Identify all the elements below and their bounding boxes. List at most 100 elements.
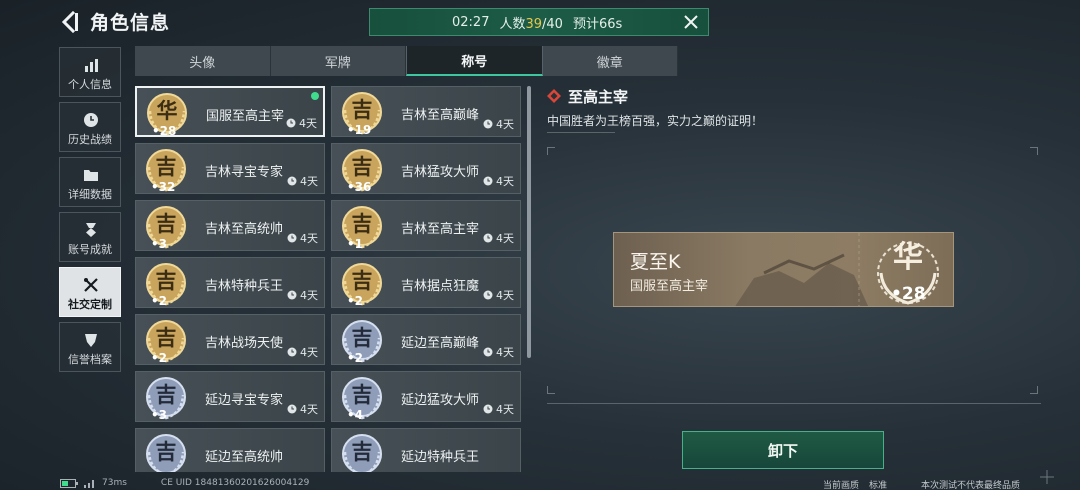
page-title: 角色信息 <box>90 12 171 34</box>
title-name: 吉林寻宝专家 <box>205 165 284 180</box>
ping-value: 73ms <box>102 478 127 488</box>
title-card[interactable]: 吉 •3 延边寻宝专家 4天 <box>135 371 325 422</box>
clock-icon <box>287 290 297 300</box>
title-card[interactable]: 吉 •2 吉林据点狂魔 4天 <box>331 257 521 308</box>
svg-text:•4: •4 <box>347 408 363 421</box>
title-emblem-icon: 吉 •36 <box>342 149 382 193</box>
title-duration: 4天 <box>483 344 514 360</box>
svg-text:吉: 吉 <box>156 326 177 350</box>
title-duration: 4天 <box>286 115 317 131</box>
svg-text:吉: 吉 <box>156 440 177 464</box>
shield-icon <box>85 334 97 347</box>
title-card[interactable]: 吉 •2 延边至高巅峰 4天 <box>331 314 521 365</box>
title-card[interactable]: 吉 •3 吉林至高统帅 4天 <box>135 200 325 251</box>
duration-text: 4天 <box>496 118 514 131</box>
title-emblem-icon: 华 •28 <box>147 93 187 137</box>
svg-text:吉: 吉 <box>156 155 177 179</box>
duration-text: 4天 <box>299 117 317 130</box>
svg-text:•2: •2 <box>347 351 363 364</box>
tools-icon <box>84 278 98 292</box>
svg-text:•36: •36 <box>347 180 371 193</box>
category-tabs: 头像 军牌 称号 徽章 <box>135 46 678 76</box>
clock-icon <box>483 404 493 414</box>
tab-title[interactable]: 称号 <box>406 46 543 76</box>
nav-label: 社交定制 <box>68 298 112 311</box>
nav-item-detailed-data[interactable]: 详细数据 <box>59 157 121 207</box>
svg-text:•2: •2 <box>151 294 167 307</box>
title-card[interactable]: 吉 •4 延边猛攻大师 4天 <box>331 371 521 422</box>
status-bar: 73ms CE UID 18481360201626004129 <box>60 478 309 488</box>
medal-icon <box>86 223 96 237</box>
duration-text: 4天 <box>496 175 514 188</box>
title-duration: 4天 <box>287 401 318 417</box>
nav-item-reputation[interactable]: 信誉档案 <box>59 322 121 372</box>
duration-text: 4天 <box>300 403 318 416</box>
uid-text: CE UID 18481360201626004129 <box>160 478 310 488</box>
equipped-indicator <box>311 92 319 100</box>
clock-icon <box>483 233 493 243</box>
title-card[interactable]: 吉 •2 吉林特种兵王 4天 <box>135 257 325 308</box>
signal-icon <box>84 479 94 488</box>
duration-text: 4天 <box>496 289 514 302</box>
title-duration: 4天 <box>483 230 514 246</box>
frame-corner <box>547 147 555 155</box>
plate-player-name: 夏至K <box>630 251 681 273</box>
tab-dog-tag[interactable]: 军牌 <box>270 46 406 76</box>
title-card[interactable]: 吉 •32 吉林寻宝专家 4天 <box>135 143 325 194</box>
close-icon[interactable] <box>682 13 700 31</box>
svg-text:•19: •19 <box>347 123 371 136</box>
duration-text: 4天 <box>496 346 514 359</box>
title-duration: 4天 <box>483 401 514 417</box>
clock-icon <box>286 118 296 128</box>
estimated-wait: 预计66s <box>572 16 623 32</box>
duration-text: 4天 <box>300 289 318 302</box>
svg-text:•28: •28 <box>152 124 176 137</box>
title-emblem-icon: 吉 •2 <box>146 320 186 364</box>
nav-item-social-customization[interactable]: 社交定制 <box>59 267 121 317</box>
svg-text:吉: 吉 <box>352 212 373 236</box>
bar-chart-icon <box>85 59 98 72</box>
svg-text:吉: 吉 <box>156 269 177 293</box>
title-name: 延边寻宝专家 <box>205 393 284 408</box>
title-card[interactable]: 吉 •19 吉林至高巅峰 4天 <box>331 86 521 137</box>
battery-icon <box>60 478 78 488</box>
title-card[interactable]: 华 •28 国服至高主宰 4天 <box>135 86 325 137</box>
matchmaking-banner: 02:27 人数39/40 预计66s <box>369 8 709 36</box>
nav-item-match-history[interactable]: 历史战绩 <box>59 102 121 152</box>
duration-text: 4天 <box>496 232 514 245</box>
duration-text: 4天 <box>300 175 318 188</box>
back-arrow-icon[interactable] <box>58 10 82 34</box>
plate-title-text: 国服至高主宰 <box>630 279 709 294</box>
title-emblem-icon: 吉 •2 <box>342 320 382 364</box>
nav-item-achievements[interactable]: 账号成就 <box>59 212 121 262</box>
detail-divider <box>547 403 1041 404</box>
title-emblem-icon: 吉 •19 <box>342 92 382 136</box>
nav-label: 账号成就 <box>68 243 112 256</box>
title-nameplate-preview: 夏至K 国服至高主宰 华 •28 <box>613 232 954 307</box>
title-duration: 4天 <box>287 344 318 360</box>
title-card[interactable]: 吉 延边特种兵王 <box>331 428 521 472</box>
nav-label: 历史战绩 <box>68 133 112 146</box>
frame-corner <box>547 386 555 394</box>
title-duration: 4天 <box>483 173 514 189</box>
duration-text: 4天 <box>496 403 514 416</box>
nav-item-personal-info[interactable]: 个人信息 <box>59 47 121 97</box>
title-card[interactable]: 吉 •2 吉林战场天使 4天 <box>135 314 325 365</box>
clock-icon <box>483 119 493 129</box>
title-card[interactable]: 吉 •36 吉林猛攻大师 4天 <box>331 143 521 194</box>
title-card[interactable]: 吉 •1 吉林至高主宰 4天 <box>331 200 521 251</box>
frame-corner <box>1030 386 1038 394</box>
duration-text: 4天 <box>300 346 318 359</box>
svg-text:•32: •32 <box>151 180 175 193</box>
tab-avatar[interactable]: 头像 <box>135 46 271 76</box>
title-name: 吉林特种兵王 <box>205 279 284 294</box>
grid-scrollbar[interactable] <box>527 86 531 358</box>
tab-badge[interactable]: 徽章 <box>542 46 678 76</box>
clock-icon <box>287 233 297 243</box>
svg-text:吉: 吉 <box>352 98 373 122</box>
clock-icon <box>483 347 493 357</box>
unequip-button[interactable]: 卸下 <box>682 431 884 469</box>
title-card[interactable]: 吉 延边至高统帅 <box>135 428 325 472</box>
title-name: 吉林至高统帅 <box>205 222 284 237</box>
title-name: 延边猛攻大师 <box>401 393 480 408</box>
